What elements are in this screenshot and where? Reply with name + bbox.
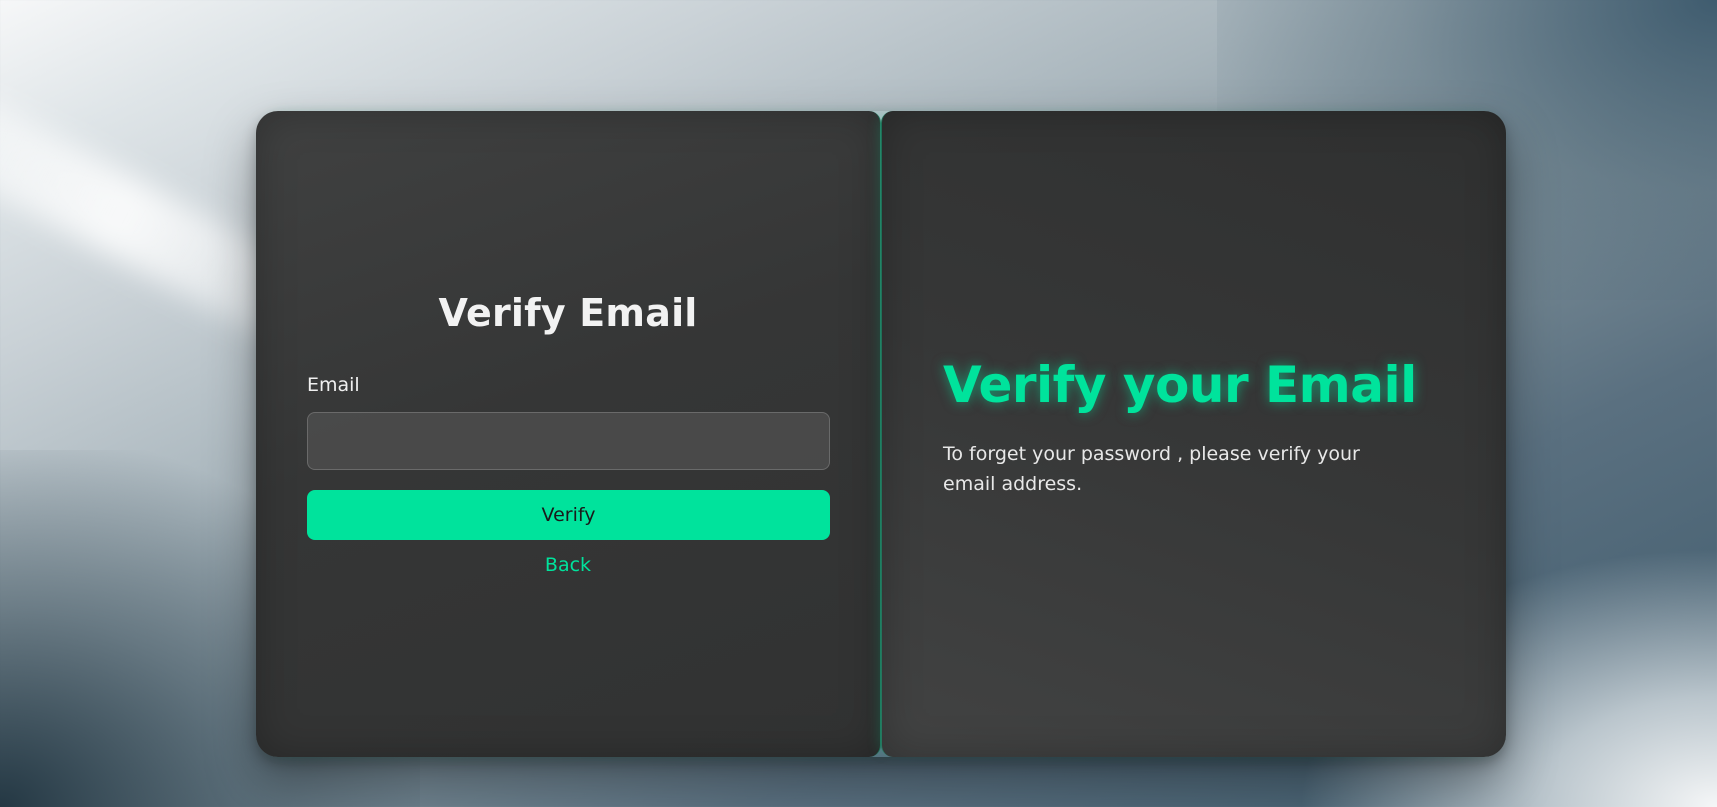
verify-email-card: Verify Email Email Verify Back Verify yo… — [256, 111, 1506, 757]
email-field[interactable] — [307, 412, 830, 470]
form-title: Verify Email — [438, 291, 698, 335]
email-label: Email — [307, 374, 360, 396]
info-description: To forget your password , please verify … — [943, 443, 1360, 495]
back-link[interactable]: Back — [256, 554, 880, 576]
info-panel: Verify your Email To forget your passwor… — [881, 111, 1506, 757]
info-title: Verify your Email — [943, 356, 1417, 414]
verify-button[interactable]: Verify — [307, 490, 830, 540]
verify-form-panel: Verify Email Email Verify Back — [256, 111, 881, 757]
